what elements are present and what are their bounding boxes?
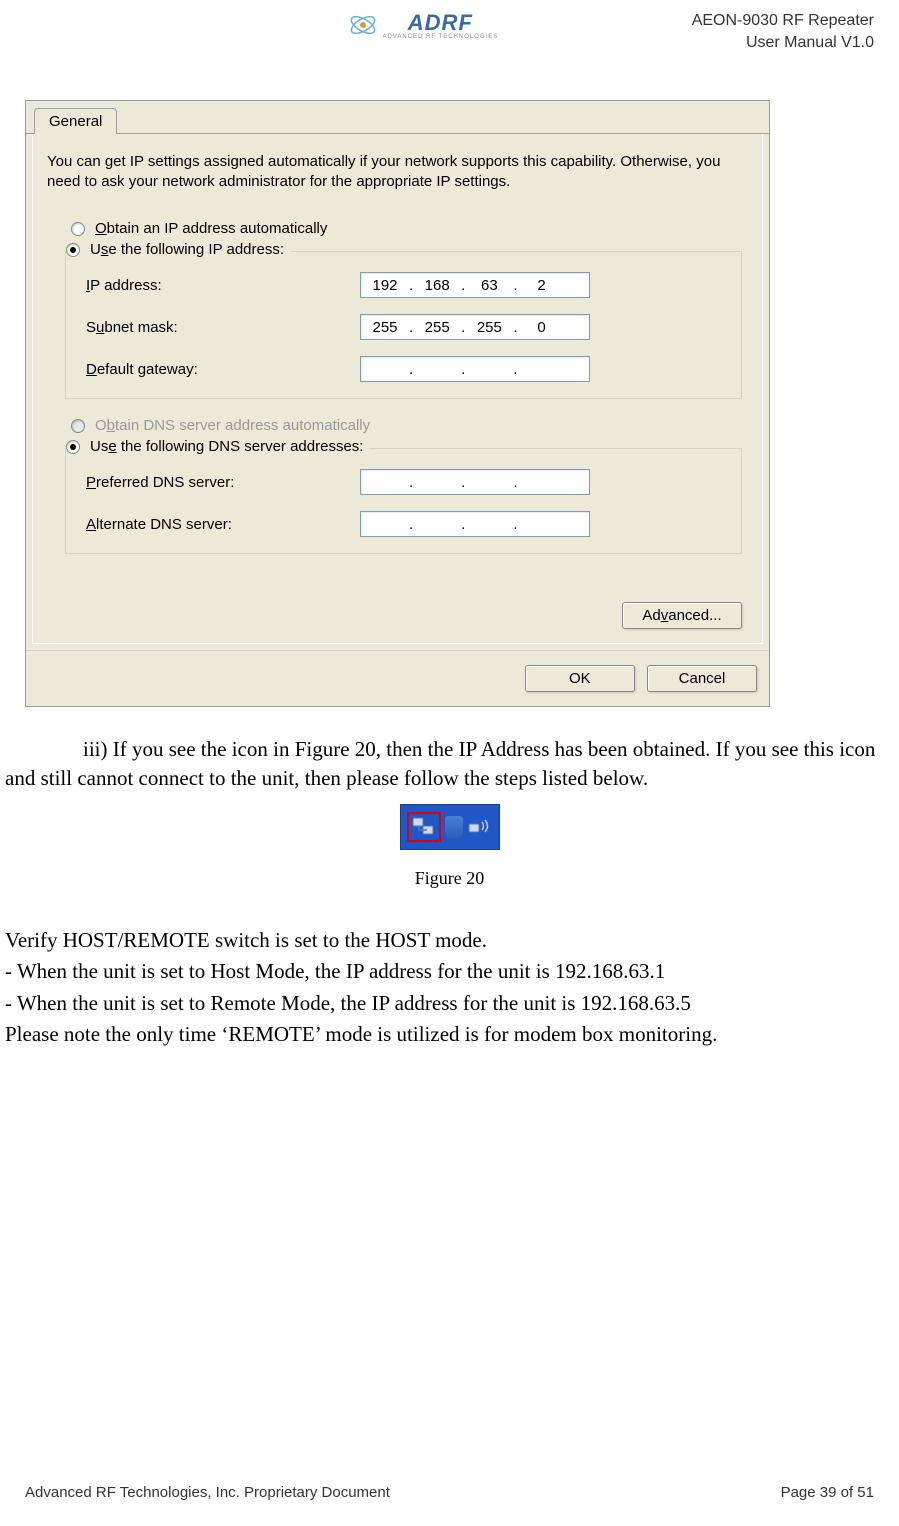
ip-octet[interactable]: 0 <box>518 319 566 336</box>
pref-dns-row: Preferred DNS server: . . . <box>80 469 727 495</box>
instruction-line: Verify HOST/REMOTE switch is set to the … <box>5 925 894 957</box>
gateway-row: Default gateway: . . . <box>80 356 727 382</box>
para-iii: iii) If you see the icon in Figure 20, t… <box>5 735 894 792</box>
radio-obtain-dns-row: Obtain DNS server address automatically <box>71 417 748 434</box>
ip-address-label: IP address: <box>80 277 360 294</box>
subnet-label: Subnet mask: <box>80 319 360 336</box>
pref-dns-input[interactable]: . . . <box>360 469 590 495</box>
logo: ADRF ADVANCED RF TECHNOLOGIES <box>348 10 498 40</box>
header-right: AEON-9030 RF Repeater User Manual V1.0 <box>692 10 874 55</box>
tray-icon-figure <box>0 804 899 850</box>
ip-address-input[interactable]: 192. 168. 63. 2 <box>360 272 590 298</box>
cancel-button[interactable]: Cancel <box>647 665 757 692</box>
ip-octet[interactable]: 255 <box>465 319 513 336</box>
alt-dns-row: Alternate DNS server: . . . <box>80 511 727 537</box>
ip-octet[interactable]: 192 <box>361 277 409 294</box>
ip-octet[interactable]: 63 <box>465 277 513 294</box>
doc-version: User Manual V1.0 <box>692 32 874 54</box>
radio-icon <box>71 419 85 433</box>
tab-bar: General <box>26 101 769 134</box>
system-tray <box>400 804 500 850</box>
radio-use-ip-label: Use the following IP address: <box>90 241 284 258</box>
tab-panel: You can get IP settings assigned automat… <box>32 134 763 645</box>
radio-icon[interactable] <box>66 440 80 454</box>
ok-button[interactable]: OK <box>525 665 635 692</box>
ip-octet[interactable]: 168 <box>413 277 461 294</box>
gateway-label: Default gateway: <box>80 361 360 378</box>
radio-obtain-dns-label: Obtain DNS server address automatically <box>95 417 370 434</box>
ip-address-row: IP address: 192. 168. 63. 2 <box>80 272 727 298</box>
radio-use-ip-row[interactable]: Use the following IP address: <box>66 241 290 258</box>
advanced-button-row: Advanced... <box>47 602 748 629</box>
doc-title: AEON-9030 RF Repeater <box>692 10 874 32</box>
ip-octet[interactable]: 255 <box>413 319 461 336</box>
alt-dns-input[interactable]: . . . <box>360 511 590 537</box>
alt-dns-label: Alternate DNS server: <box>80 516 360 533</box>
dialog-buttons: OK Cancel <box>26 650 769 706</box>
instructions-list: Verify HOST/REMOTE switch is set to the … <box>5 925 894 1051</box>
logo-area: ADRF ADVANCED RF TECHNOLOGIES <box>25 10 692 45</box>
instruction-line: - When the unit is set to Host Mode, the… <box>5 956 894 988</box>
body-paragraph: iii) If you see the icon in Figure 20, t… <box>5 735 894 792</box>
static-dns-group: Use the following DNS server addresses: … <box>65 448 742 554</box>
instruction-line: Please note the only time ‘REMOTE’ mode … <box>5 1019 894 1051</box>
page-header: ADRF ADVANCED RF TECHNOLOGIES AEON-9030 … <box>0 0 899 55</box>
adrf-logo-icon <box>348 10 378 40</box>
advanced-button[interactable]: Advanced... <box>622 602 742 629</box>
subnet-row: Subnet mask: 255. 255. 255. 0 <box>80 314 727 340</box>
footer-right: Page 39 of 51 <box>781 1484 874 1501</box>
subnet-input[interactable]: 255. 255. 255. 0 <box>360 314 590 340</box>
wireless-icon <box>467 816 493 838</box>
radio-use-dns-label: Use the following DNS server addresses: <box>90 438 363 455</box>
ip-octet[interactable]: 2 <box>518 277 566 294</box>
network-connected-icon <box>411 816 437 838</box>
footer-left: Advanced RF Technologies, Inc. Proprieta… <box>25 1484 390 1501</box>
radio-icon[interactable] <box>71 222 85 236</box>
tcpip-properties-dialog: General You can get IP settings assigned… <box>25 100 770 708</box>
instruction-line: - When the unit is set to Remote Mode, t… <box>5 988 894 1020</box>
static-ip-group: Use the following IP address: IP address… <box>65 251 742 399</box>
ip-octet[interactable]: 255 <box>361 319 409 336</box>
figure-caption: Figure 20 <box>0 868 899 889</box>
dialog-container: General You can get IP settings assigned… <box>25 100 874 708</box>
gateway-input[interactable]: . . . <box>360 356 590 382</box>
page-footer: Advanced RF Technologies, Inc. Proprieta… <box>25 1484 874 1501</box>
pref-dns-label: Preferred DNS server: <box>80 474 360 491</box>
highlighted-icon <box>407 812 441 842</box>
radio-use-dns-row[interactable]: Use the following DNS server addresses: <box>66 438 369 455</box>
radio-obtain-ip-label: Obtain an IP address automatically <box>95 220 327 237</box>
radio-icon[interactable] <box>66 243 80 257</box>
security-shield-icon <box>445 816 463 838</box>
description-text: You can get IP settings assigned automat… <box>47 152 748 193</box>
radio-obtain-ip-row[interactable]: Obtain an IP address automatically <box>71 220 748 237</box>
logo-text: ADRF <box>382 10 498 36</box>
logo-subtext: ADVANCED RF TECHNOLOGIES <box>382 34 498 40</box>
tab-general[interactable]: General <box>34 108 117 134</box>
